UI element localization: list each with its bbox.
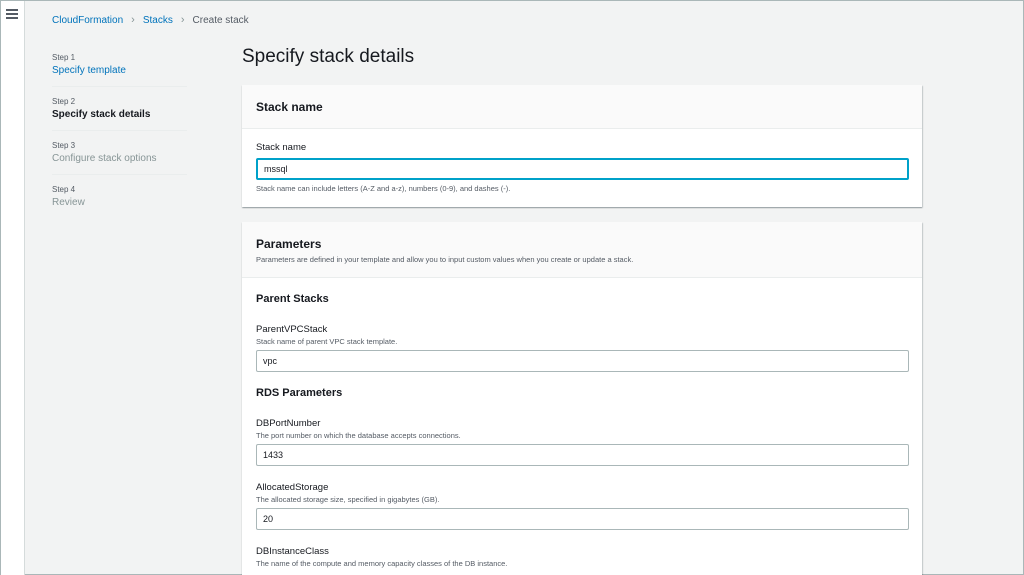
stack-name-panel: Stack name Stack name Stack name can inc… [242, 85, 922, 207]
step-number: Step 2 [52, 97, 76, 106]
step-link-specify-template[interactable]: Specify template [52, 65, 187, 76]
field-label: AllocatedStorage [256, 482, 329, 493]
breadcrumb-stacks[interactable]: Stacks [143, 15, 173, 26]
panel-title: Parameters [256, 237, 322, 251]
section-title-parent-stacks: Parent Stacks [256, 293, 329, 305]
wizard-step-3: Step 3 Configure stack options [52, 141, 187, 175]
field-description: The port number on which the database ac… [256, 431, 461, 440]
step-review: Review [52, 197, 85, 208]
panel-title: Stack name [256, 100, 323, 114]
stack-name-panel-header: Stack name [242, 85, 922, 129]
wizard-step-2: Step 2 Specify stack details [52, 97, 187, 131]
chevron-right-icon: › [180, 14, 185, 26]
breadcrumb-cloudformation[interactable]: CloudFormation [52, 15, 123, 26]
wizard-step-1: Step 1 Specify template [52, 53, 187, 87]
breadcrumb-current: Create stack [192, 14, 249, 26]
parameters-description: Parameters are defined in your template … [256, 255, 634, 264]
step-current-specify-stack-details: Specify stack details [52, 109, 151, 120]
wizard-steps: Step 1 Specify template Step 2 Specify s… [52, 53, 187, 228]
stack-name-constraint: Stack name can include letters (A-Z and … [256, 184, 511, 193]
stack-name-panel-body: Stack name Stack name can include letter… [242, 129, 922, 193]
field-label: ParentVPCStack [256, 324, 328, 335]
field-parent-vpc-stack: ParentVPCStack Stack name of parent VPC … [256, 324, 909, 372]
step-number: Step 3 [52, 141, 76, 150]
stack-name-input[interactable] [256, 158, 909, 180]
left-navigation-rail [1, 1, 25, 575]
field-allocated-storage: AllocatedStorage The allocated storage s… [256, 482, 909, 530]
wizard-step-4: Step 4 Review [52, 185, 187, 218]
db-port-number-input[interactable] [256, 444, 909, 466]
section-title-rds-parameters: RDS Parameters [256, 387, 343, 399]
step-configure-stack-options: Configure stack options [52, 153, 157, 164]
allocated-storage-input[interactable] [256, 508, 909, 530]
field-description: The allocated storage size, specified in… [256, 495, 440, 504]
field-description: Stack name of parent VPC stack template. [256, 337, 398, 346]
page-title: Specify stack details [242, 46, 415, 67]
hamburger-menu-icon[interactable] [6, 9, 18, 19]
parameters-panel-header: Parameters Parameters are defined in you… [242, 222, 922, 278]
step-number: Step 1 [52, 53, 76, 62]
breadcrumb: CloudFormation › Stacks › Create stack [52, 14, 249, 26]
parent-vpc-stack-input[interactable] [256, 350, 909, 372]
field-description: The name of the compute and memory capac… [256, 559, 508, 568]
field-label: DBPortNumber [256, 418, 321, 429]
step-number: Step 4 [52, 185, 76, 194]
stack-name-label: Stack name [256, 142, 307, 153]
field-label: DBInstanceClass [256, 546, 329, 557]
chevron-right-icon: › [131, 14, 135, 26]
parameters-panel: Parameters Parameters are defined in you… [242, 222, 922, 575]
field-db-port-number: DBPortNumber The port number on which th… [256, 418, 909, 466]
field-db-instance-class: DBInstanceClass The name of the compute … [256, 546, 507, 568]
